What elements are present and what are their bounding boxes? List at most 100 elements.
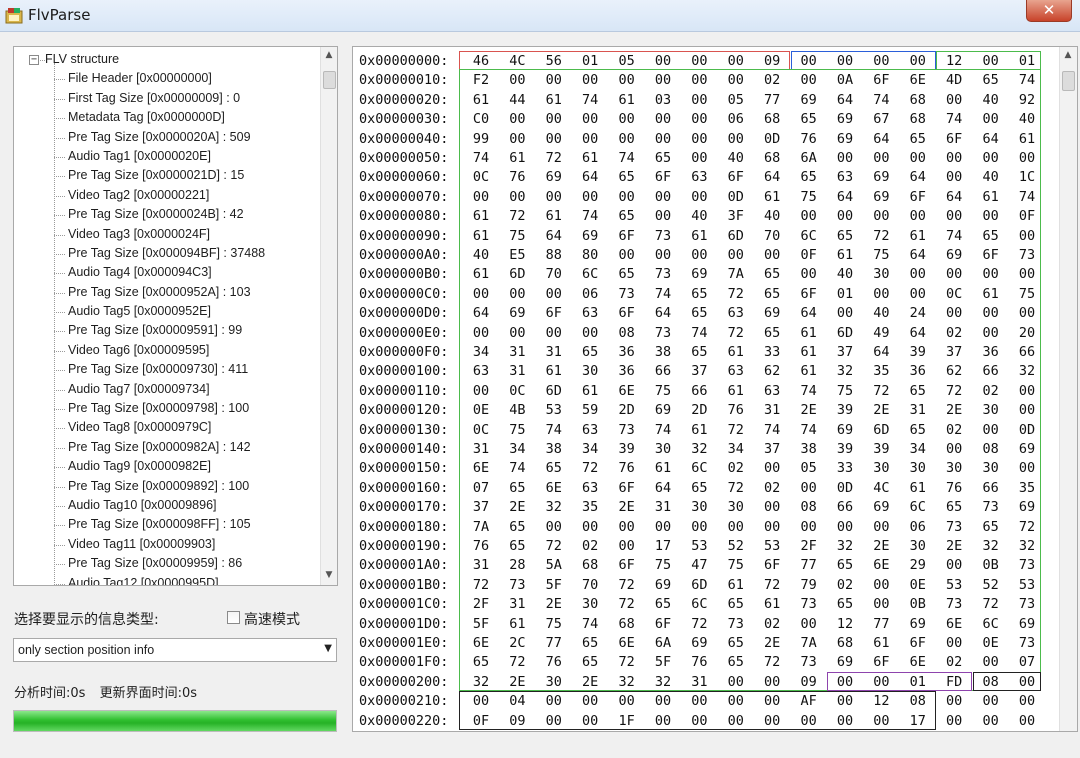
hex-byte[interactable]: 00 bbox=[980, 266, 1002, 282]
hex-byte[interactable]: 61 bbox=[725, 344, 747, 360]
tree-item[interactable]: Pre Tag Size [0x0000952A] : 103 bbox=[14, 283, 314, 302]
hex-byte[interactable]: 61 bbox=[688, 422, 710, 438]
hex-byte[interactable]: 30 bbox=[980, 402, 1002, 418]
hex-byte[interactable]: 2F bbox=[470, 596, 492, 612]
hex-byte[interactable]: 6D bbox=[870, 422, 892, 438]
hex-byte[interactable]: 53 bbox=[1016, 577, 1038, 593]
hex-byte[interactable]: 09 bbox=[506, 713, 528, 729]
hex-byte[interactable]: 0C bbox=[943, 286, 965, 302]
hex-byte[interactable]: 75 bbox=[798, 189, 820, 205]
hex-byte[interactable]: 00 bbox=[943, 266, 965, 282]
hex-byte[interactable]: 00 bbox=[688, 92, 710, 108]
hex-byte[interactable]: 64 bbox=[834, 189, 856, 205]
hex-byte[interactable]: 00 bbox=[470, 383, 492, 399]
hex-byte[interactable]: 00 bbox=[761, 693, 783, 709]
tree-item[interactable]: Pre Tag Size [0x000094BF] : 37488 bbox=[14, 244, 314, 263]
hex-byte[interactable]: 40 bbox=[1016, 111, 1038, 127]
hex-byte[interactable]: 00 bbox=[1016, 693, 1038, 709]
tree-root[interactable]: − FLV structure bbox=[14, 50, 314, 69]
hex-byte[interactable]: 0D bbox=[725, 189, 747, 205]
hex-byte[interactable]: 64 bbox=[907, 247, 929, 263]
hex-byte[interactable]: 69 bbox=[506, 305, 528, 321]
hex-row[interactable]: 0x00000100: 63 31 61 30 36 66 37 63 62 61 32 35 36 62 6… bbox=[353, 361, 1058, 380]
hex-byte[interactable]: 02 bbox=[943, 654, 965, 670]
hex-byte[interactable]: 64 bbox=[761, 169, 783, 185]
hex-byte[interactable]: 6A bbox=[798, 150, 820, 166]
hex-byte[interactable]: 75 bbox=[506, 422, 528, 438]
hex-byte[interactable]: 31 bbox=[688, 674, 710, 690]
hex-byte[interactable]: 73 bbox=[943, 519, 965, 535]
hex-byte[interactable]: 6A bbox=[652, 635, 674, 651]
hex-byte[interactable]: 31 bbox=[470, 557, 492, 573]
tree-item[interactable]: Metadata Tag [0x0000000D] bbox=[14, 108, 314, 127]
hex-row[interactable]: 0x000000F0: 34 31 31 65 36 38 65 61 33 61 37 64 39 37 3… bbox=[353, 342, 1058, 361]
hex-byte[interactable]: 30 bbox=[870, 460, 892, 476]
hex-byte[interactable]: 65 bbox=[506, 519, 528, 535]
hex-byte[interactable]: 31 bbox=[907, 402, 929, 418]
hex-row[interactable]: 0x000000B0: 61 6D 70 6C 65 73 69 7A 65 00 40 30 00 00 0… bbox=[353, 264, 1058, 283]
hex-byte[interactable]: 00 bbox=[688, 131, 710, 147]
hex-byte[interactable]: 61 bbox=[579, 383, 601, 399]
hex-byte[interactable]: 73 bbox=[1016, 247, 1038, 263]
hex-byte[interactable]: 64 bbox=[579, 169, 601, 185]
hex-byte[interactable]: 2E bbox=[870, 402, 892, 418]
hex-byte[interactable]: 73 bbox=[1016, 557, 1038, 573]
hex-byte[interactable]: 38 bbox=[798, 441, 820, 457]
hex-byte[interactable]: 00 bbox=[834, 208, 856, 224]
hex-byte[interactable]: 31 bbox=[652, 499, 674, 515]
hex-byte[interactable]: 74 bbox=[470, 150, 492, 166]
hex-byte[interactable]: 00 bbox=[616, 519, 638, 535]
hex-byte[interactable]: 06 bbox=[725, 111, 747, 127]
hex-byte[interactable]: 92 bbox=[1016, 92, 1038, 108]
hex-byte[interactable]: 00 bbox=[870, 286, 892, 302]
hex-byte[interactable]: 65 bbox=[506, 538, 528, 554]
hex-byte[interactable]: 6E bbox=[870, 557, 892, 573]
hex-byte[interactable]: 00 bbox=[652, 189, 674, 205]
hex-byte[interactable]: 6F bbox=[980, 247, 1002, 263]
hex-byte[interactable]: 38 bbox=[543, 441, 565, 457]
hex-byte[interactable]: 09 bbox=[798, 674, 820, 690]
hex-byte[interactable]: 72 bbox=[579, 460, 601, 476]
hex-row[interactable]: 0x00000150: 6E 74 65 72 76 61 6C 02 00 05 33 30 30 30 3… bbox=[353, 458, 1058, 477]
hex-row[interactable]: 0x00000050: 74 61 72 61 74 65 00 40 68 6A 00 00 00 00 0… bbox=[353, 148, 1058, 167]
hex-byte[interactable]: 01 bbox=[1016, 53, 1038, 69]
hex-byte[interactable]: 31 bbox=[761, 402, 783, 418]
hex-byte[interactable]: 6F bbox=[616, 228, 638, 244]
hex-byte[interactable]: 32 bbox=[834, 363, 856, 379]
hex-byte[interactable]: 72 bbox=[870, 228, 892, 244]
hex-byte[interactable]: 6F bbox=[616, 480, 638, 496]
hex-byte[interactable]: 00 bbox=[543, 189, 565, 205]
hex-byte[interactable]: 63 bbox=[834, 169, 856, 185]
hex-byte[interactable]: 70 bbox=[579, 577, 601, 593]
hex-byte[interactable]: 65 bbox=[980, 519, 1002, 535]
hex-byte[interactable]: 1C bbox=[1016, 169, 1038, 185]
hex-byte[interactable]: 65 bbox=[834, 596, 856, 612]
hex-byte[interactable]: 6C bbox=[907, 499, 929, 515]
hex-byte[interactable]: 65 bbox=[907, 383, 929, 399]
hex-byte[interactable]: 00 bbox=[652, 131, 674, 147]
hex-byte[interactable]: 75 bbox=[543, 616, 565, 632]
hex-byte[interactable]: 6E bbox=[943, 616, 965, 632]
hex-row[interactable]: 0x000001E0: 6E 2C 77 65 6E 6A 69 65 2E 7A 68 61 6F 00 0… bbox=[353, 633, 1058, 652]
hex-row[interactable]: 0x00000010: F2 00 00 00 00 00 00 00 02 00 0A 6F 6E 4D 6… bbox=[353, 70, 1058, 89]
hex-byte[interactable]: 76 bbox=[798, 131, 820, 147]
hex-byte[interactable]: 73 bbox=[1016, 596, 1038, 612]
hex-byte[interactable]: 00 bbox=[579, 131, 601, 147]
hex-byte[interactable]: 00 bbox=[688, 693, 710, 709]
hex-byte[interactable]: 00 bbox=[870, 674, 892, 690]
hex-byte[interactable]: 69 bbox=[870, 189, 892, 205]
hex-byte[interactable]: 32 bbox=[1016, 538, 1038, 554]
hex-byte[interactable]: 37 bbox=[943, 344, 965, 360]
hex-byte[interactable]: 00 bbox=[907, 286, 929, 302]
hex-byte[interactable]: 32 bbox=[470, 674, 492, 690]
hex-byte[interactable]: 00 bbox=[543, 72, 565, 88]
hex-row[interactable]: 0x00000110: 00 0C 6D 61 6E 75 66 61 63 74 75 72 65 72 0… bbox=[353, 381, 1058, 400]
hex-byte[interactable]: 00 bbox=[834, 305, 856, 321]
hex-byte[interactable]: 4C bbox=[506, 53, 528, 69]
hex-byte[interactable]: 00 bbox=[616, 693, 638, 709]
hex-byte[interactable]: 74 bbox=[870, 92, 892, 108]
hex-byte[interactable]: 02 bbox=[761, 616, 783, 632]
hex-byte[interactable]: 74 bbox=[1016, 72, 1038, 88]
hex-byte[interactable]: 5F bbox=[543, 577, 565, 593]
hex-byte[interactable]: 00 bbox=[1016, 150, 1038, 166]
